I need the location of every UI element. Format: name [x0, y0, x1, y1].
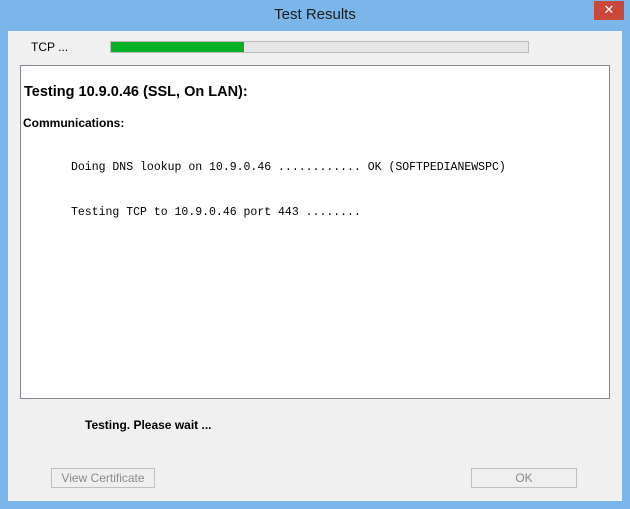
results-panel[interactable]: Testing 10.9.0.46 (SSL, On LAN): Communi… — [20, 65, 610, 399]
view-certificate-button[interactable]: View Certificate — [51, 468, 155, 488]
progress-bar — [110, 41, 529, 53]
ok-button[interactable]: OK — [471, 468, 577, 488]
log-lines: Doing DNS lookup on 10.9.0.46 ..........… — [71, 130, 506, 250]
window-title: Test Results — [274, 6, 356, 23]
title-bar[interactable]: Test Results ✕ — [0, 0, 630, 32]
status-message: Testing. Please wait ... — [85, 418, 212, 432]
results-heading: Testing 10.9.0.46 (SSL, On LAN): — [24, 84, 248, 100]
progress-fill — [111, 42, 245, 52]
test-results-window: Test Results ✕ TCP ... Testing 10.9.0.46… — [0, 0, 630, 509]
communications-label: Communications: — [23, 116, 125, 130]
dialog-client-area: TCP ... Testing 10.9.0.46 (SSL, On LAN):… — [8, 31, 622, 501]
close-icon: ✕ — [603, 3, 615, 18]
progress-label: TCP ... — [31, 40, 69, 54]
close-button[interactable]: ✕ — [594, 1, 624, 20]
log-line: Testing TCP to 10.9.0.46 port 443 ......… — [71, 206, 361, 219]
log-line: Doing DNS lookup on 10.9.0.46 ..........… — [71, 161, 506, 174]
